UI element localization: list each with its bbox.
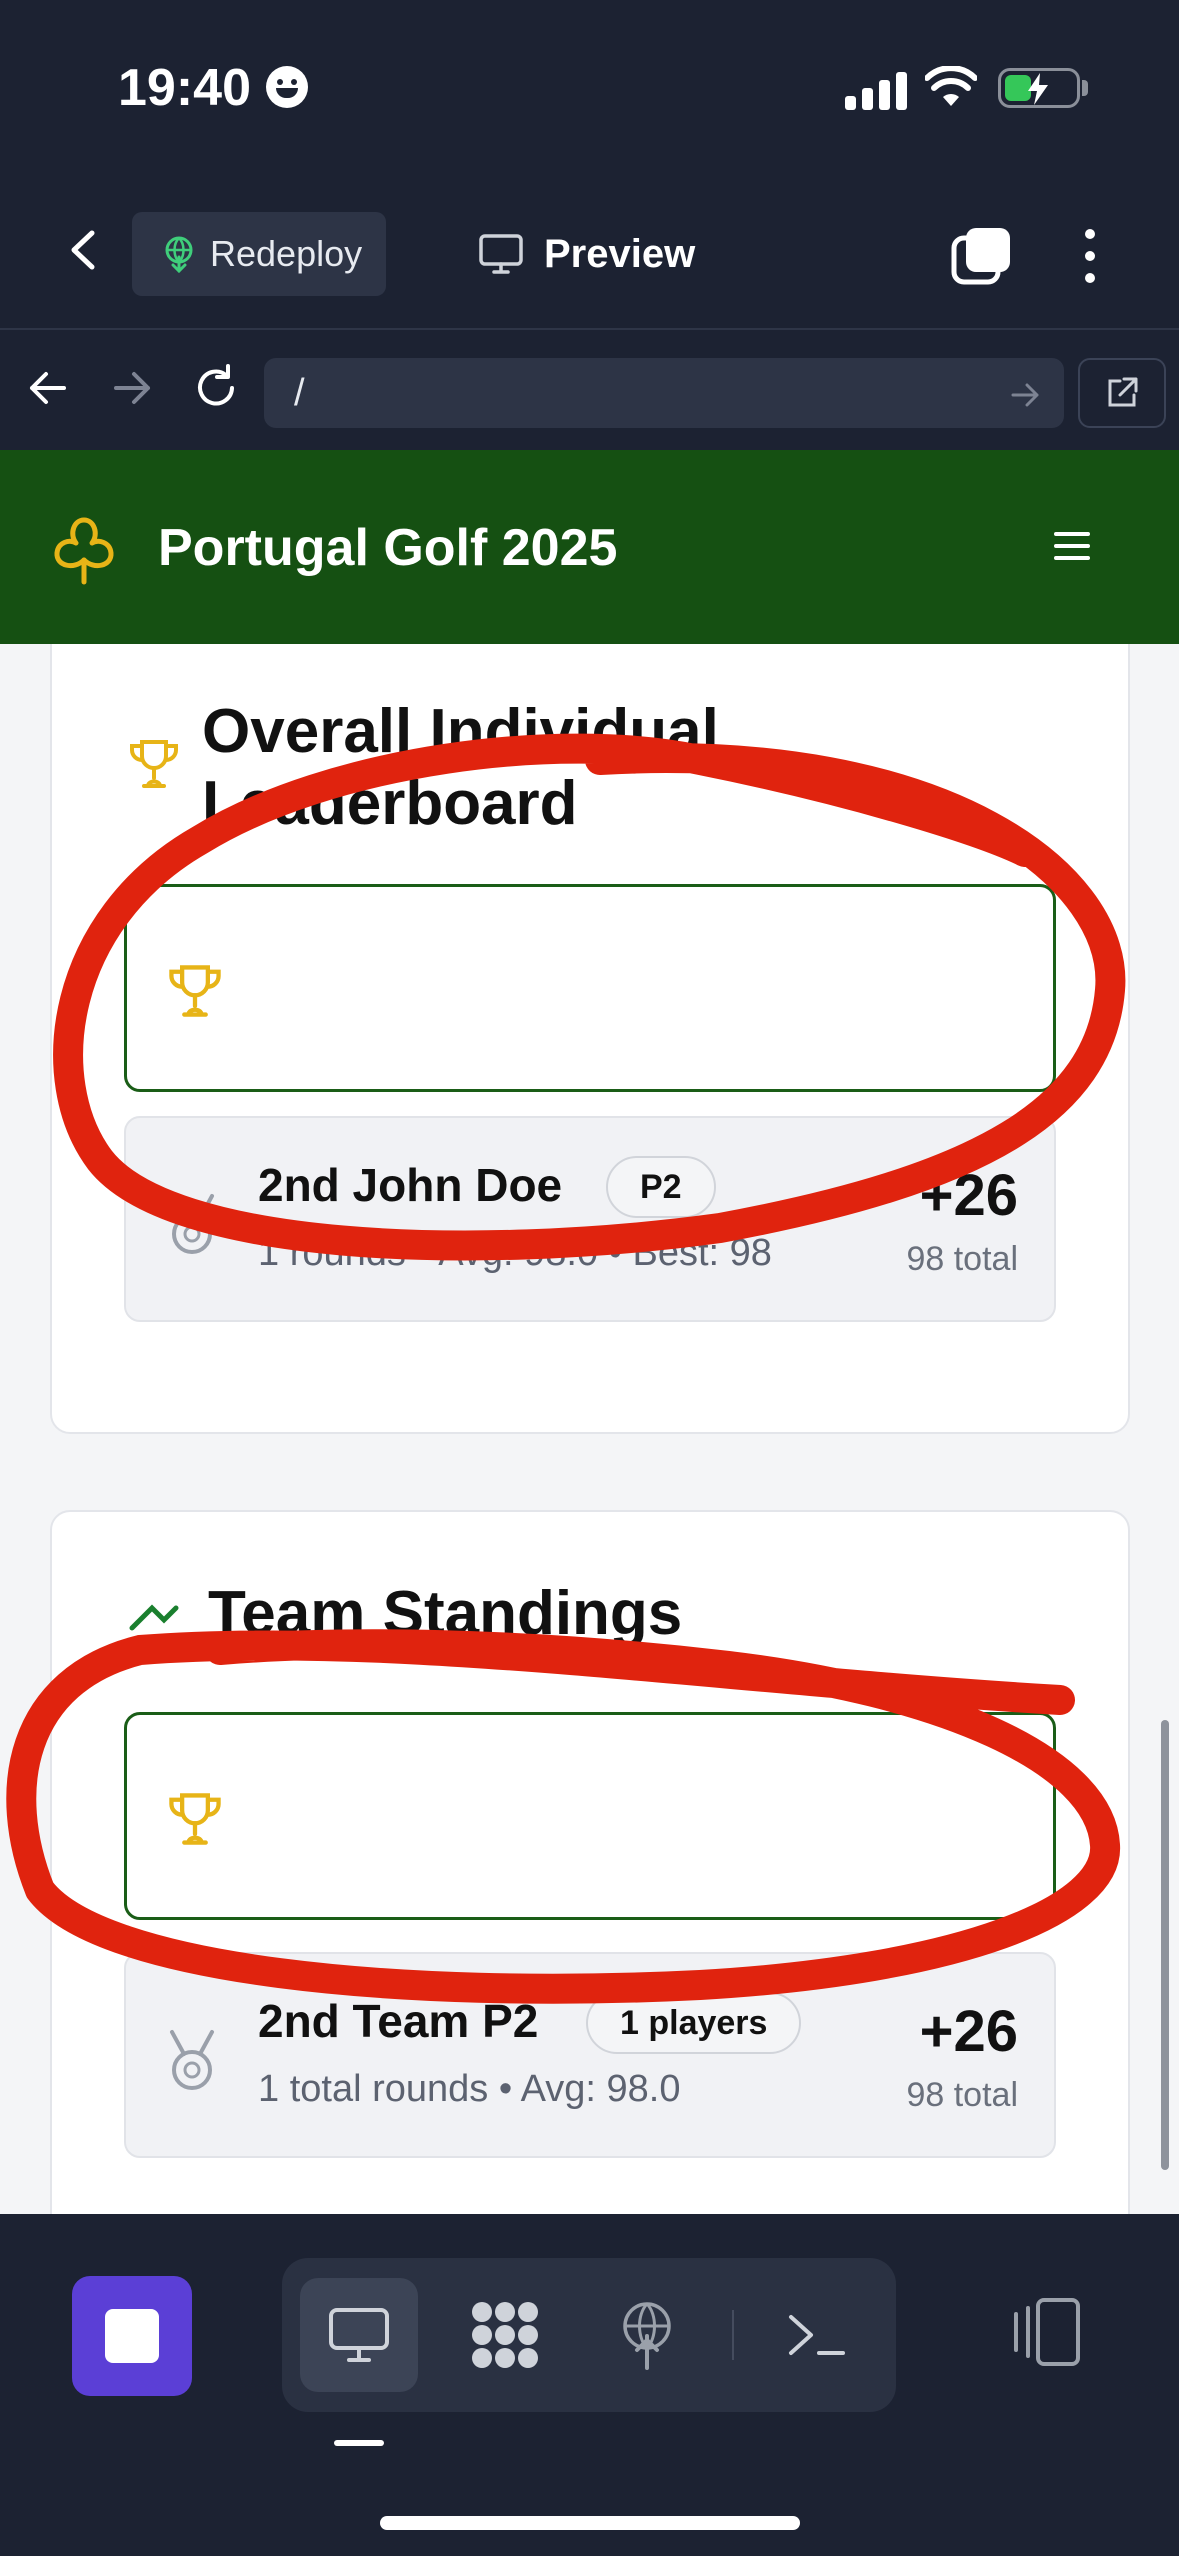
team-row-second[interactable]: 2nd Team P2 1 players 1 total rounds • A… (124, 1952, 1056, 2158)
back-chevron-icon[interactable] (60, 225, 110, 275)
browser-back-icon[interactable] (20, 360, 76, 416)
player-badge: P2 (606, 1156, 716, 1218)
wifi-icon (925, 66, 977, 106)
smiley-icon (266, 66, 308, 108)
tool-shell[interactable] (758, 2278, 876, 2392)
team-rank-name: 2nd Team P2 (258, 1995, 539, 2047)
player-total: 98 total (906, 1240, 1018, 1278)
browser-forward-icon[interactable] (104, 360, 160, 416)
title-line-1: Overall Individual (202, 697, 719, 766)
tool-workflows[interactable] (446, 2278, 564, 2392)
more-options-icon[interactable] (1070, 226, 1110, 286)
app-header: Redeploy Preview (0, 170, 1179, 330)
site-header: Portugal Golf 2025 (0, 450, 1179, 644)
leaderboard-row-first[interactable] (124, 884, 1056, 1092)
page-content[interactable]: Overall Individual Leaderboard 2nd John … (0, 644, 1179, 2214)
player-score: +26 (919, 1163, 1018, 1228)
leaderboard-row-second[interactable]: 2nd John Doe P2 1 rounds • Avg: 98.0 • B… (124, 1116, 1056, 1322)
terminal-icon (789, 2315, 845, 2355)
clover-icon (54, 517, 114, 585)
trophy-gold-icon (169, 965, 221, 1017)
url-input[interactable] (264, 358, 1064, 428)
redeploy-button[interactable]: Redeploy (132, 212, 386, 296)
stop-button[interactable] (72, 2276, 192, 2396)
status-bar: 19:40 (0, 0, 1179, 170)
menu-icon[interactable] (1052, 526, 1092, 566)
silver-medal-icon (170, 2030, 214, 2090)
trophy-icon (130, 740, 178, 788)
team-players-badge: 1 players (586, 1992, 802, 2054)
preview-button[interactable]: Preview (478, 212, 695, 296)
battery-icon (998, 68, 1080, 108)
stop-icon (105, 2309, 159, 2363)
player-stats: 1 rounds • Avg: 98.0 • Best: 98 (258, 1232, 772, 1274)
tool-deployments[interactable] (588, 2278, 706, 2392)
site-title: Portugal Golf 2025 (158, 519, 618, 577)
tabs-icon[interactable] (950, 224, 1014, 288)
bottom-toolbar (0, 2214, 1179, 2556)
team-stats: 1 total rounds • Avg: 98.0 (258, 2068, 681, 2110)
globe-deploy-icon (165, 236, 193, 273)
team-icon (129, 1604, 179, 1631)
team-score: +26 (919, 1999, 1018, 2064)
url-go-arrow-icon[interactable] (1005, 375, 1045, 415)
globe-deploy-icon (623, 2302, 671, 2370)
open-external-button[interactable] (1078, 358, 1166, 428)
tool-preview[interactable] (300, 2278, 418, 2392)
team-standings-card: Team Standings 2nd Team P2 1 players 1 t… (50, 1510, 1130, 2214)
external-link-icon (1108, 377, 1138, 407)
monitor-icon (329, 2308, 389, 2362)
team-standings-title: Team Standings (208, 1579, 683, 1648)
home-indicator[interactable] (380, 2516, 800, 2530)
battery-tip (1082, 80, 1088, 96)
player-rank-name: 2nd John Doe (258, 1159, 563, 1211)
cellular-signal-icon (845, 70, 907, 110)
individual-leaderboard-card: Overall Individual Leaderboard 2nd John … (50, 644, 1130, 1434)
team-row-first[interactable] (124, 1712, 1056, 1920)
preview-label: Preview (544, 231, 696, 276)
team-total: 98 total (906, 2076, 1018, 2114)
reload-icon[interactable] (188, 360, 244, 416)
individual-leaderboard-title: Overall Individual Leaderboard (202, 696, 719, 840)
trophy-gold-icon (169, 1793, 221, 1845)
redeploy-label: Redeploy (210, 233, 363, 274)
scrollbar[interactable] (1161, 1720, 1169, 2170)
active-tool-indicator (334, 2440, 384, 2446)
browser-bar (0, 330, 1179, 450)
tool-group (282, 2258, 896, 2412)
monitor-icon (479, 234, 523, 274)
status-time: 19:40 (118, 59, 251, 117)
nodes-icon (472, 2302, 538, 2368)
tool-divider (732, 2310, 734, 2360)
title-line-2: Leaderboard (202, 769, 578, 838)
silver-medal-icon (170, 1194, 214, 1254)
device-toggle-icon[interactable] (1008, 2294, 1084, 2370)
